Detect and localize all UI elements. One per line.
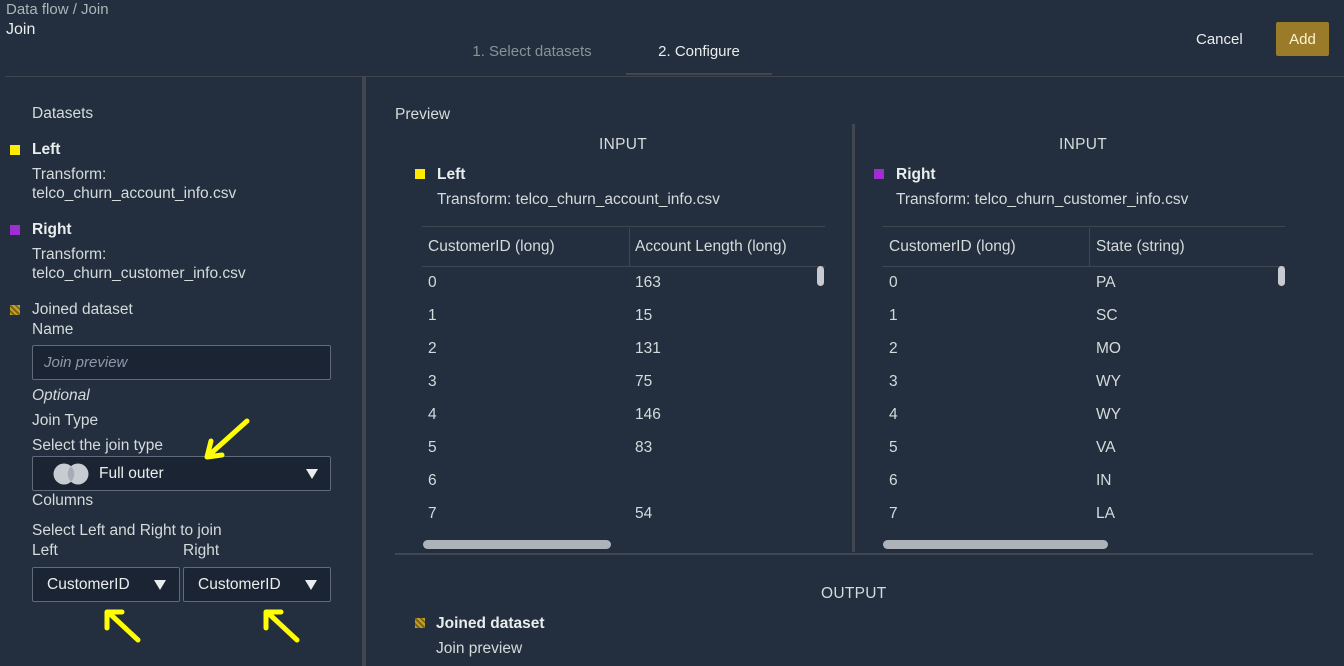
annotation-arrows: [104, 418, 300, 643]
yellow-arrow-icon: [104, 609, 141, 643]
yellow-arrow-icon: [263, 609, 300, 643]
yellow-arrow-icon: [204, 418, 250, 460]
